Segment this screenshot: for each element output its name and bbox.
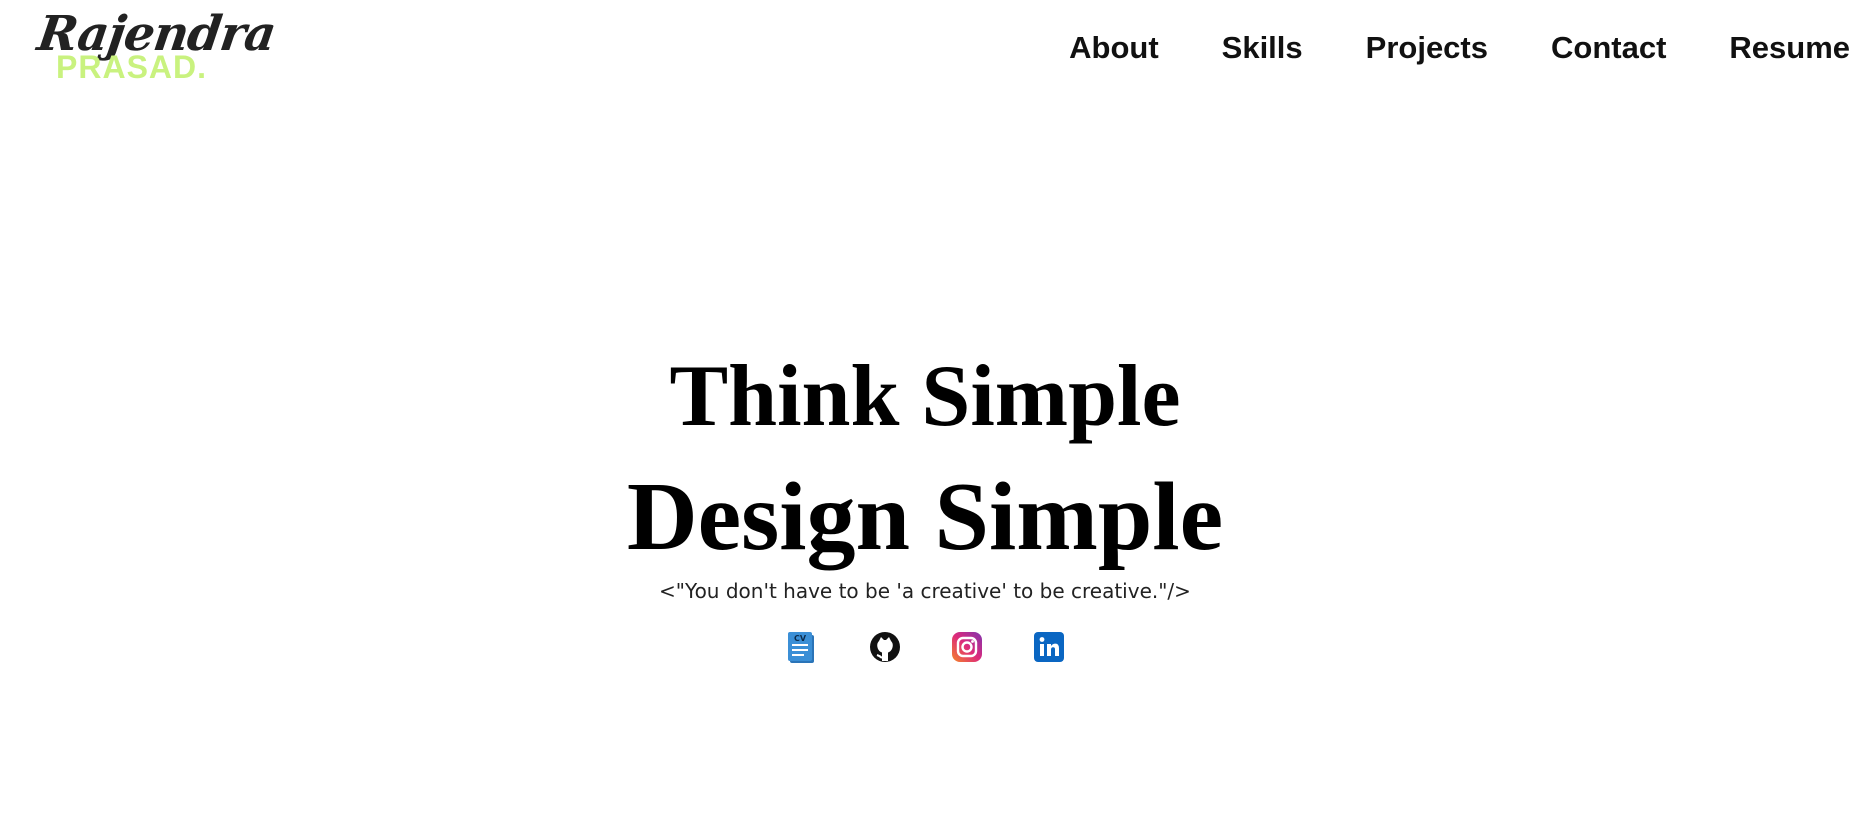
hero-headline-line2: Design Simple <box>626 462 1224 571</box>
hero-headline-line1: Think Simple <box>669 347 1181 445</box>
github-icon[interactable] <box>869 630 900 664</box>
social-links: CV <box>0 630 1850 664</box>
hero-quote: <"You don't have to be 'a creative' to b… <box>659 579 1191 603</box>
cv-badge-text: CV <box>794 634 807 643</box>
linkedin-icon[interactable] <box>1033 630 1064 664</box>
instagram-icon[interactable] <box>951 630 982 664</box>
cv-icon[interactable]: CV <box>787 630 817 664</box>
hero-section: Think Simple Design Simple <"You don't h… <box>0 0 1850 836</box>
